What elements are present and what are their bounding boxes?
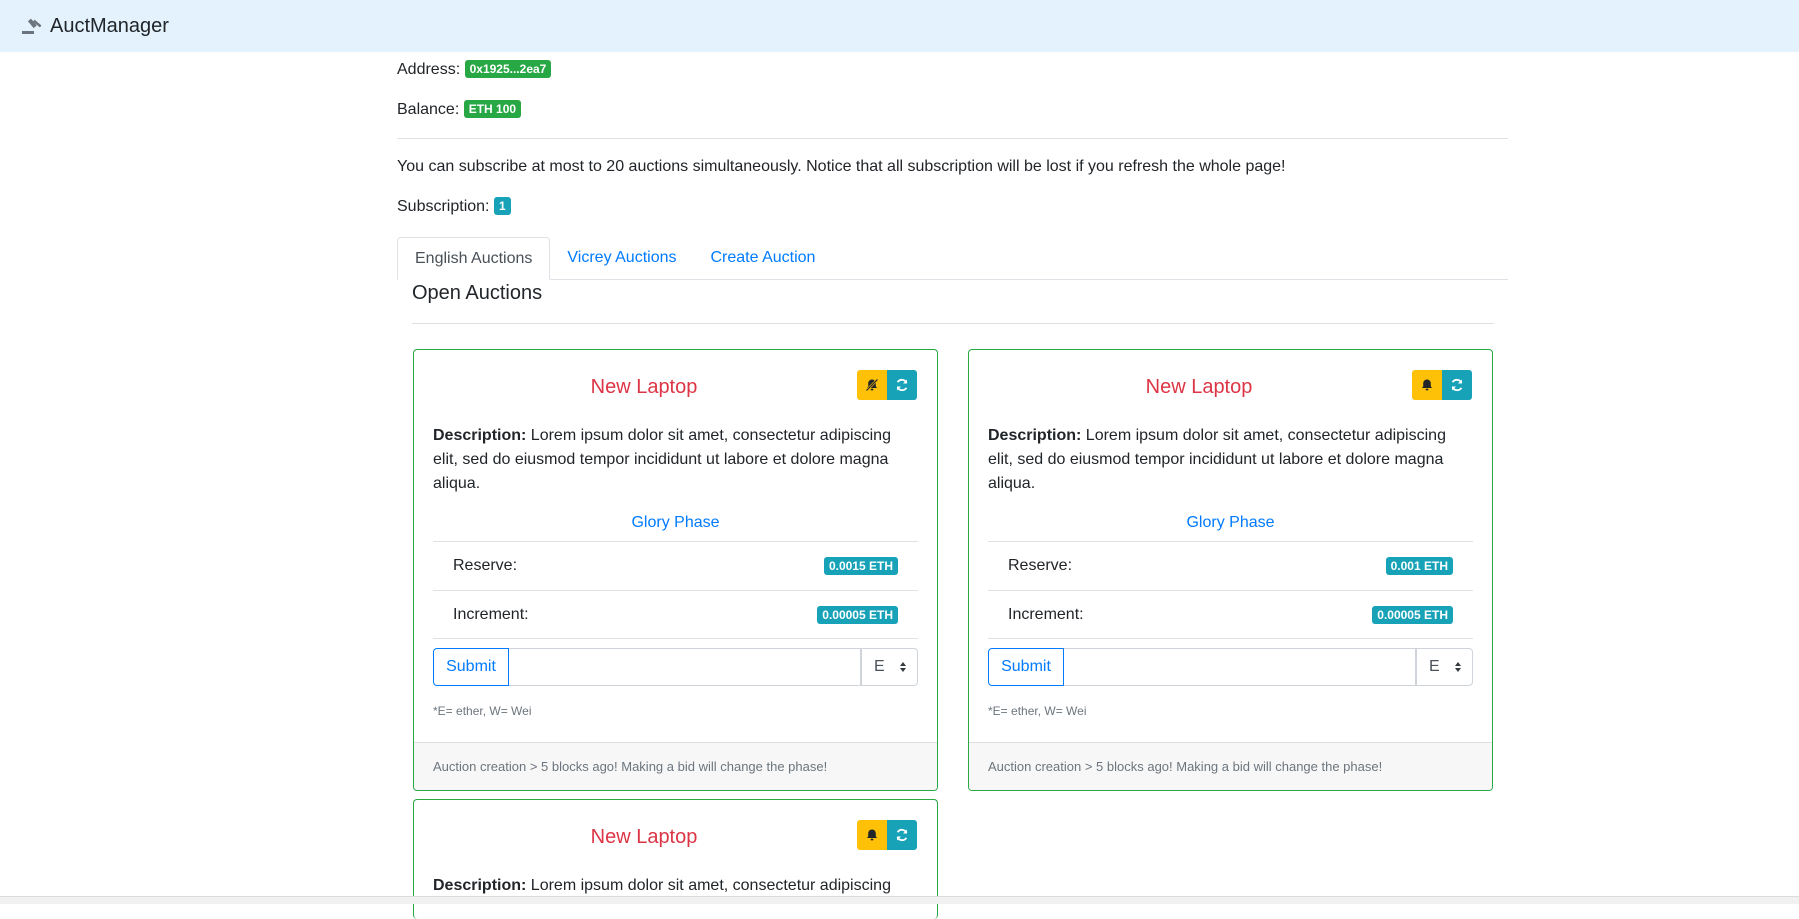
description-text: Lorem ipsum dolor sit amet, consectetur … bbox=[530, 877, 891, 894]
increment-label: Increment: bbox=[1008, 605, 1084, 623]
auction-title: New Laptop bbox=[590, 376, 698, 398]
subscribe-button[interactable] bbox=[857, 820, 887, 850]
unit-select[interactable]: E bbox=[861, 648, 918, 686]
bid-form: Submit E bbox=[433, 648, 918, 686]
auction-card: New Laptop Description: Lorem ipsum dolo… bbox=[968, 349, 1493, 791]
auction-description: Description: Lorem ipsum dolor sit amet,… bbox=[988, 424, 1473, 496]
bell-slash-icon bbox=[865, 378, 879, 392]
card-actions bbox=[1412, 370, 1472, 400]
card-actions bbox=[857, 370, 917, 400]
subscribe-button[interactable] bbox=[1412, 370, 1442, 400]
reserve-badge: 0.001 ETH bbox=[1385, 557, 1453, 575]
submit-bid-button[interactable]: Submit bbox=[988, 648, 1064, 686]
subscription-line: Subscription: 1 bbox=[397, 195, 1508, 219]
auction-description: Description: Lorem ipsum dolor sit amet,… bbox=[433, 874, 918, 898]
subscription-label: Subscription: bbox=[397, 198, 490, 215]
increment-label: Increment: bbox=[453, 605, 529, 623]
balance-line: Balance: ETH 100 bbox=[397, 98, 1508, 122]
select-arrows-icon bbox=[1455, 662, 1461, 672]
auction-card: New Laptop Description: Lorem ipsum dolo… bbox=[413, 349, 938, 791]
description-label: Description: bbox=[433, 877, 527, 894]
balance-label: Balance: bbox=[397, 101, 460, 118]
subscription-count-badge: 1 bbox=[493, 197, 511, 215]
bell-icon bbox=[867, 829, 877, 841]
card-footer: Auction creation > 5 blocks ago! Making … bbox=[414, 742, 937, 790]
increment-badge: 0.00005 ETH bbox=[1372, 605, 1453, 624]
submit-bid-button[interactable]: Submit bbox=[433, 648, 509, 686]
reserve-label: Reserve: bbox=[453, 557, 518, 574]
unsubscribe-button[interactable] bbox=[857, 370, 887, 400]
section-title: Open Auctions bbox=[412, 282, 543, 304]
phase-link[interactable]: Glory Phase bbox=[988, 514, 1473, 532]
divider bbox=[397, 138, 1508, 139]
reserve-row: Reserve: 0.0015 ETH bbox=[433, 541, 918, 590]
brand-name: AuctManager bbox=[50, 14, 169, 37]
gavel-icon bbox=[20, 16, 44, 36]
description-label: Description: bbox=[988, 427, 1082, 444]
bid-amount-input[interactable] bbox=[509, 648, 861, 686]
unit-select[interactable]: E bbox=[1416, 648, 1473, 686]
card-footer: Auction creation > 5 blocks ago! Making … bbox=[969, 742, 1492, 790]
address-line: Address: 0x1925...2ea7 bbox=[397, 58, 1508, 82]
unit-hint: *E= ether, W= Wei bbox=[988, 704, 1087, 718]
auction-title: New Laptop bbox=[590, 826, 698, 848]
refresh-button[interactable] bbox=[1442, 370, 1472, 400]
unit-selected: E bbox=[874, 658, 885, 675]
horizontal-scrollbar[interactable] bbox=[0, 896, 1799, 904]
address-badge: 0x1925...2ea7 bbox=[464, 60, 552, 78]
auction-details: Reserve: 0.0015 ETH Increment: 0.00005 E… bbox=[433, 541, 918, 639]
auction-description: Description: Lorem ipsum dolor sit amet,… bbox=[433, 424, 918, 496]
increment-row: Increment: 0.00005 ETH bbox=[433, 590, 918, 639]
tab-vicrey-auctions[interactable]: Vicrey Auctions bbox=[550, 237, 693, 279]
unit-hint: *E= ether, W= Wei bbox=[433, 704, 532, 718]
increment-badge: 0.00005 ETH bbox=[817, 605, 898, 624]
address-label: Address: bbox=[397, 61, 461, 78]
reserve-row: Reserve: 0.001 ETH bbox=[988, 541, 1473, 590]
reserve-badge: 0.0015 ETH bbox=[823, 557, 898, 575]
auction-title: New Laptop bbox=[1145, 376, 1253, 398]
brand[interactable]: AuctManager bbox=[20, 15, 169, 38]
reserve-label: Reserve: bbox=[1008, 557, 1073, 574]
refresh-icon bbox=[896, 828, 908, 842]
auction-tabs: English Auctions Vicrey Auctions Create … bbox=[397, 237, 1508, 280]
refresh-button[interactable] bbox=[887, 370, 917, 400]
select-arrows-icon bbox=[900, 662, 906, 672]
refresh-icon bbox=[896, 378, 908, 392]
tab-create-auction[interactable]: Create Auction bbox=[694, 237, 833, 279]
refresh-icon bbox=[1451, 378, 1463, 392]
card-actions bbox=[857, 820, 917, 850]
phase-link[interactable]: Glory Phase bbox=[433, 514, 918, 532]
navbar: AuctManager bbox=[0, 0, 1799, 52]
bid-form: Submit E bbox=[988, 648, 1473, 686]
balance-badge: ETH 100 bbox=[463, 100, 522, 118]
subscription-notice: You can subscribe at most to 20 auctions… bbox=[397, 158, 1286, 175]
section-divider bbox=[412, 323, 1494, 324]
bell-icon bbox=[1422, 379, 1432, 391]
increment-row: Increment: 0.00005 ETH bbox=[988, 590, 1473, 639]
unit-selected: E bbox=[1429, 658, 1440, 675]
bid-amount-input[interactable] bbox=[1064, 648, 1416, 686]
refresh-button[interactable] bbox=[887, 820, 917, 850]
auction-details: Reserve: 0.001 ETH Increment: 0.00005 ET… bbox=[988, 541, 1473, 639]
description-label: Description: bbox=[433, 427, 527, 444]
main-container: Address: 0x1925...2ea7 Balance: ETH 100 … bbox=[397, 52, 1508, 280]
tab-english-auctions[interactable]: English Auctions bbox=[397, 237, 551, 280]
